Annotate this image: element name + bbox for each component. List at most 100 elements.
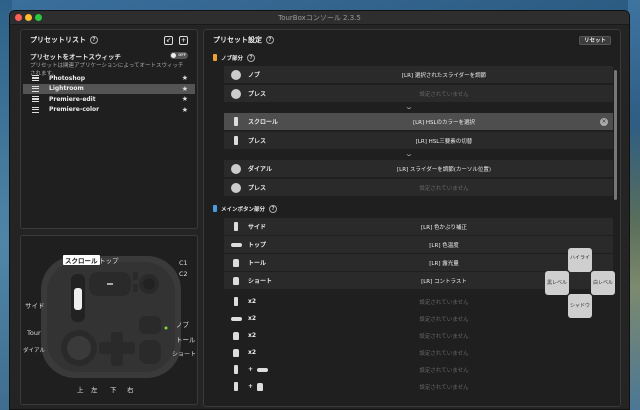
add-preset-icon[interactable]: +	[179, 35, 188, 45]
settings-header: プリセット設定 ? リセット	[204, 30, 620, 50]
row-scroll-turn[interactable]: スクロール [LR] HSLのカラーを選択 ×	[224, 113, 613, 130]
main-section-help-icon[interactable]: ?	[269, 204, 278, 213]
import-preset-icon[interactable]: ↙	[164, 35, 173, 45]
row-value: 設定されていません	[419, 299, 469, 306]
label-up[interactable]: 上	[77, 384, 84, 394]
row-tall-double[interactable]: x2 設定されていません	[224, 327, 613, 344]
status-led	[164, 326, 168, 330]
row-value: 設定されていません	[419, 333, 469, 340]
drag-handle-icon[interactable]	[32, 75, 39, 82]
row-value: [LR] HSL三要素の切替	[415, 138, 473, 145]
tall-button-icon	[233, 331, 239, 340]
scroll-wheel	[74, 288, 82, 310]
preset-items: Photoshop ★ Lightroom ★ Premiere-edit ★ Premie…	[21, 73, 197, 115]
dpad-up[interactable]: ハイライト	[568, 248, 592, 281]
scroll-wheel-icon	[234, 117, 238, 126]
dpad-overlay: ハイライト 黒レベル 白レベル シャドウ	[545, 248, 615, 318]
favorite-star-icon[interactable]: ★	[182, 85, 188, 93]
preset-item[interactable]: Lightroom ★	[23, 83, 195, 94]
dpad-down[interactable]: シャドウ	[568, 294, 592, 318]
row-dial-turn[interactable]: ダイアル [LR] スライダーを調節(カーソル位置)	[224, 160, 613, 177]
main-section-header: メインボタン部分 ?	[204, 202, 278, 215]
side-button-icon	[234, 222, 238, 231]
label-short[interactable]: ショート	[172, 349, 196, 358]
row-value: [LR] 露光量	[429, 260, 459, 267]
row-combo-side-top[interactable]: + 設定されていません	[224, 361, 613, 378]
label-c2[interactable]: C2	[179, 270, 188, 278]
label-dial[interactable]: ダイアル	[23, 346, 45, 354]
row-value: 設定されていません	[419, 384, 469, 391]
preset-name: Photoshop	[49, 74, 86, 82]
label-top[interactable]: トップ	[99, 255, 119, 265]
auto-switch-row: プリセットをオートスウィッチ OFF	[21, 50, 197, 61]
row-side[interactable]: サイド [LR] 色かぶり補正	[224, 218, 613, 235]
label-left[interactable]: 左	[91, 384, 98, 394]
label-tall[interactable]: トール	[176, 334, 196, 344]
label-right[interactable]: 右	[127, 384, 134, 394]
label-side[interactable]: サイド	[25, 300, 45, 310]
preset-item[interactable]: Photoshop ★	[23, 73, 195, 84]
help-icon[interactable]: ?	[90, 36, 98, 44]
favorite-star-icon[interactable]: ★	[182, 106, 188, 114]
knob-section-header: ノブ部分 ?	[204, 51, 256, 64]
preset-list-header: プリセットリスト ? ↙ +	[21, 30, 197, 50]
label-c1[interactable]: C1	[179, 259, 188, 267]
row-dial-press[interactable]: プレス 設定されていません	[224, 179, 613, 196]
row-value: 設定されていません	[419, 185, 469, 192]
plus-sign: +	[248, 383, 254, 390]
settings-help-icon[interactable]: ?	[266, 36, 274, 44]
side-button-icon	[234, 297, 238, 306]
label-knob[interactable]: ノブ	[176, 319, 189, 329]
preset-item[interactable]: Premiere-color ★	[23, 105, 195, 116]
window-title: TourBoxコンソール 2.3.5	[278, 14, 361, 22]
row-value: [LR] 色温度	[429, 242, 459, 249]
preset-name: Lightroom	[49, 85, 84, 93]
label-scroll[interactable]: スクロール	[63, 255, 100, 265]
app-window: TourBoxコンソール 2.3.5 プリセットリスト ? ↙ + プリセットを…	[9, 10, 630, 410]
plus-sign: +	[248, 366, 254, 373]
row-scroll-press[interactable]: プレス [LR] HSL三要素の切替	[224, 132, 613, 149]
favorite-star-icon[interactable]: ★	[182, 74, 188, 82]
auto-switch-description: プリセットは関連アプリケーションによってオートスウィッチされます。	[30, 63, 184, 77]
clear-icon[interactable]: ×	[600, 117, 608, 126]
side-button-icon	[234, 365, 238, 374]
short-button	[139, 340, 161, 364]
row-knob-press[interactable]: プレス 設定されていません	[224, 85, 613, 102]
chevron-down-icon[interactable]: ⌄	[404, 150, 413, 158]
knob-section-title: ノブ部分	[221, 55, 244, 62]
row-value: [LR] コントラスト	[421, 278, 467, 285]
preset-item[interactable]: Premiere-edit ★	[23, 94, 195, 105]
scroll-press-icon	[234, 136, 238, 145]
title-bar[interactable]: TourBoxコンソール 2.3.5	[10, 11, 629, 25]
preset-settings-panel: プリセット設定 ? リセット ノブ部分 ? ノブ [LR] 選択されたスライダー…	[203, 29, 621, 407]
c1-button	[133, 272, 138, 280]
dpad-right[interactable]: 白レベル	[591, 271, 615, 295]
auto-switch-toggle[interactable]: OFF	[170, 52, 188, 59]
row-value: [LR] スライダーを調節(カーソル位置)	[397, 166, 491, 173]
tall-button-icon	[233, 258, 239, 267]
chevron-down-icon[interactable]: ⌄	[404, 103, 413, 111]
main-section-title: メインボタン部分	[221, 206, 266, 213]
row-value: 設定されていません	[419, 91, 469, 98]
knob-icon	[231, 69, 241, 80]
dial-press-icon	[231, 182, 241, 193]
reset-button[interactable]: リセット	[578, 35, 611, 45]
knob-section-help-icon[interactable]: ?	[247, 53, 256, 62]
drag-handle-icon[interactable]	[32, 85, 39, 92]
top-button-icon	[230, 316, 242, 321]
row-combo-side-tall[interactable]: + 設定されていません	[224, 378, 613, 395]
row-value: [LR] HSLのカラーを選択	[412, 119, 476, 126]
label-tour[interactable]: Tour	[27, 329, 41, 337]
row-short-double[interactable]: x2 設定されていません	[224, 344, 613, 361]
dpad-horizontal	[99, 342, 135, 354]
drag-handle-icon[interactable]	[32, 96, 39, 103]
row-knob-turn[interactable]: ノブ [LR] 選択されたスライダーを調節	[224, 66, 613, 83]
drag-handle-icon[interactable]	[32, 106, 39, 113]
dpad-left[interactable]: 黒レベル	[545, 271, 569, 295]
favorite-star-icon[interactable]: ★	[182, 95, 188, 103]
dial-icon	[231, 163, 241, 174]
settings-title: プリセット設定	[213, 36, 262, 44]
label-down[interactable]: 下	[110, 384, 117, 394]
scrollbar[interactable]	[614, 70, 617, 200]
row-value: [LR] 色かぶり補正	[421, 224, 467, 231]
